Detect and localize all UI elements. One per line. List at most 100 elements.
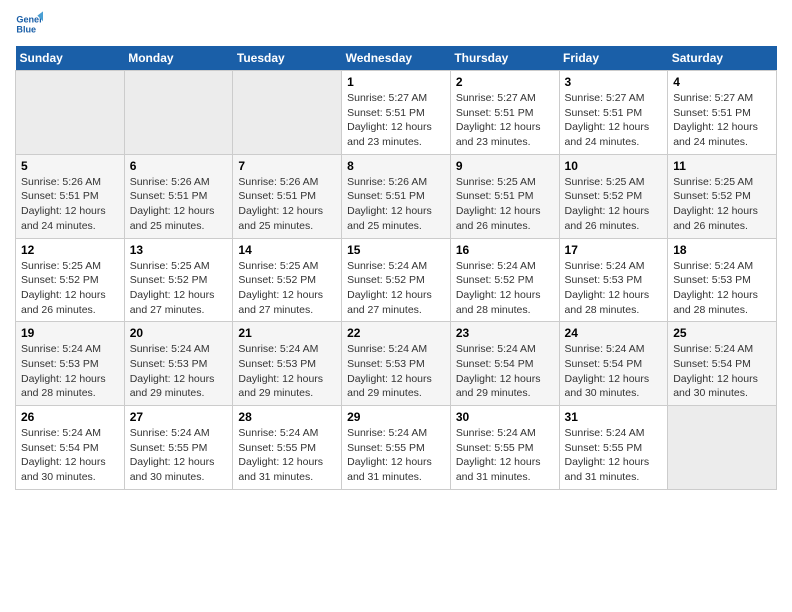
day-header-friday: Friday [559,46,668,71]
calendar-cell: 8 Sunrise: 5:26 AMSunset: 5:51 PMDaylight… [342,154,451,238]
day-number: 28 [238,410,336,424]
calendar-cell: 1 Sunrise: 5:27 AMSunset: 5:51 PMDaylight… [342,71,451,155]
day-info: Sunrise: 5:27 AMSunset: 5:51 PMDaylight:… [347,91,445,150]
day-info: Sunrise: 5:24 AMSunset: 5:55 PMDaylight:… [565,426,663,485]
calendar-cell: 12 Sunrise: 5:25 AMSunset: 5:52 PMDayligh… [16,238,125,322]
calendar-cell: 5 Sunrise: 5:26 AMSunset: 5:51 PMDaylight… [16,154,125,238]
calendar-cell [124,71,233,155]
calendar-cell: 27 Sunrise: 5:24 AMSunset: 5:55 PMDayligh… [124,406,233,490]
day-number: 2 [456,75,554,89]
day-number: 9 [456,159,554,173]
day-number: 15 [347,243,445,257]
calendar-cell: 13 Sunrise: 5:25 AMSunset: 5:52 PMDayligh… [124,238,233,322]
day-info: Sunrise: 5:24 AMSunset: 5:55 PMDaylight:… [130,426,228,485]
day-info: Sunrise: 5:25 AMSunset: 5:52 PMDaylight:… [238,259,336,318]
general-blue-logo-icon: General Blue [15,10,43,38]
day-info: Sunrise: 5:25 AMSunset: 5:52 PMDaylight:… [130,259,228,318]
day-header-thursday: Thursday [450,46,559,71]
calendar-cell: 29Sunrise: 5:24 AMSunset: 5:55 PMDayligh… [342,406,451,490]
day-info: Sunrise: 5:24 AMSunset: 5:55 PMDaylight:… [456,426,554,485]
calendar-cell: 20 Sunrise: 5:24 AMSunset: 5:53 PMDayligh… [124,322,233,406]
day-info: Sunrise: 5:24 AMSunset: 5:53 PMDaylight:… [130,342,228,401]
header: General Blue [15,10,777,38]
calendar-cell: 22 Sunrise: 5:24 AMSunset: 5:53 PMDayligh… [342,322,451,406]
calendar-cell: 17 Sunrise: 5:24 AMSunset: 5:53 PMDayligh… [559,238,668,322]
day-info: Sunrise: 5:26 AMSunset: 5:51 PMDaylight:… [347,175,445,234]
calendar-cell: 31 Sunrise: 5:24 AMSunset: 5:55 PMDayligh… [559,406,668,490]
calendar-cell: 23 Sunrise: 5:24 AMSunset: 5:54 PMDayligh… [450,322,559,406]
day-info: Sunrise: 5:27 AMSunset: 5:51 PMDaylight:… [456,91,554,150]
day-number: 27 [130,410,228,424]
calendar-cell: 4 Sunrise: 5:27 AMSunset: 5:51 PMDaylight… [668,71,777,155]
day-number: 23 [456,326,554,340]
day-number: 12 [21,243,119,257]
day-info: Sunrise: 5:24 AMSunset: 5:55 PMDaylight:… [238,426,336,485]
day-number: 26 [21,410,119,424]
day-number: 6 [130,159,228,173]
svg-text:Blue: Blue [16,24,36,34]
calendar-cell: 10Sunrise: 5:25 AMSunset: 5:52 PMDayligh… [559,154,668,238]
day-header-sunday: Sunday [16,46,125,71]
day-info: Sunrise: 5:25 AMSunset: 5:52 PMDaylight:… [673,175,771,234]
calendar-cell: 21 Sunrise: 5:24 AMSunset: 5:53 PMDayligh… [233,322,342,406]
day-number: 3 [565,75,663,89]
day-info: Sunrise: 5:24 AMSunset: 5:53 PMDaylight:… [565,259,663,318]
day-number: 21 [238,326,336,340]
calendar-cell: 6Sunrise: 5:26 AMSunset: 5:51 PMDaylight… [124,154,233,238]
calendar-cell: 14 Sunrise: 5:25 AMSunset: 5:52 PMDayligh… [233,238,342,322]
day-number: 18 [673,243,771,257]
calendar-cell [233,71,342,155]
day-number: 5 [21,159,119,173]
calendar-cell [16,71,125,155]
day-number: 17 [565,243,663,257]
day-info: Sunrise: 5:24 AMSunset: 5:53 PMDaylight:… [238,342,336,401]
day-number: 19 [21,326,119,340]
day-info: Sunrise: 5:24 AMSunset: 5:53 PMDaylight:… [673,259,771,318]
day-number: 29 [347,410,445,424]
day-info: Sunrise: 5:26 AMSunset: 5:51 PMDaylight:… [21,175,119,234]
day-number: 16 [456,243,554,257]
day-info: Sunrise: 5:24 AMSunset: 5:52 PMDaylight:… [456,259,554,318]
calendar-cell: 30 Sunrise: 5:24 AMSunset: 5:55 PMDayligh… [450,406,559,490]
day-number: 25 [673,326,771,340]
day-number: 14 [238,243,336,257]
day-header-saturday: Saturday [668,46,777,71]
day-info: Sunrise: 5:24 AMSunset: 5:54 PMDaylight:… [673,342,771,401]
day-number: 22 [347,326,445,340]
day-info: Sunrise: 5:24 AMSunset: 5:54 PMDaylight:… [21,426,119,485]
calendar-cell: 28 Sunrise: 5:24 AMSunset: 5:55 PMDayligh… [233,406,342,490]
day-header-tuesday: Tuesday [233,46,342,71]
day-info: Sunrise: 5:25 AMSunset: 5:51 PMDaylight:… [456,175,554,234]
day-info: Sunrise: 5:24 AMSunset: 5:53 PMDaylight:… [21,342,119,401]
day-number: 8 [347,159,445,173]
day-number: 24 [565,326,663,340]
calendar-cell: 19 Sunrise: 5:24 AMSunset: 5:53 PMDayligh… [16,322,125,406]
day-info: Sunrise: 5:25 AMSunset: 5:52 PMDaylight:… [21,259,119,318]
day-info: Sunrise: 5:24 AMSunset: 5:52 PMDaylight:… [347,259,445,318]
calendar-cell [668,406,777,490]
day-info: Sunrise: 5:27 AMSunset: 5:51 PMDaylight:… [565,91,663,150]
calendar-cell: 15 Sunrise: 5:24 AMSunset: 5:52 PMDayligh… [342,238,451,322]
calendar-cell: 2 Sunrise: 5:27 AMSunset: 5:51 PMDaylight… [450,71,559,155]
day-number: 11 [673,159,771,173]
day-info: Sunrise: 5:27 AMSunset: 5:51 PMDaylight:… [673,91,771,150]
calendar-cell: 24Sunrise: 5:24 AMSunset: 5:54 PMDayligh… [559,322,668,406]
day-number: 31 [565,410,663,424]
calendar-cell: 26 Sunrise: 5:24 AMSunset: 5:54 PMDayligh… [16,406,125,490]
day-number: 10 [565,159,663,173]
day-number: 20 [130,326,228,340]
day-info: Sunrise: 5:26 AMSunset: 5:51 PMDaylight:… [238,175,336,234]
day-number: 1 [347,75,445,89]
calendar-cell: 25 Sunrise: 5:24 AMSunset: 5:54 PMDayligh… [668,322,777,406]
day-info: Sunrise: 5:24 AMSunset: 5:53 PMDaylight:… [347,342,445,401]
day-header-monday: Monday [124,46,233,71]
calendar-cell: 7 Sunrise: 5:26 AMSunset: 5:51 PMDaylight… [233,154,342,238]
day-number: 13 [130,243,228,257]
day-number: 7 [238,159,336,173]
day-info: Sunrise: 5:24 AMSunset: 5:54 PMDaylight:… [456,342,554,401]
day-number: 4 [673,75,771,89]
calendar-cell: 16 Sunrise: 5:24 AMSunset: 5:52 PMDayligh… [450,238,559,322]
calendar-cell: 9 Sunrise: 5:25 AMSunset: 5:51 PMDaylight… [450,154,559,238]
day-number: 30 [456,410,554,424]
calendar-table: SundayMondayTuesdayWednesdayThursdayFrid… [15,46,777,490]
